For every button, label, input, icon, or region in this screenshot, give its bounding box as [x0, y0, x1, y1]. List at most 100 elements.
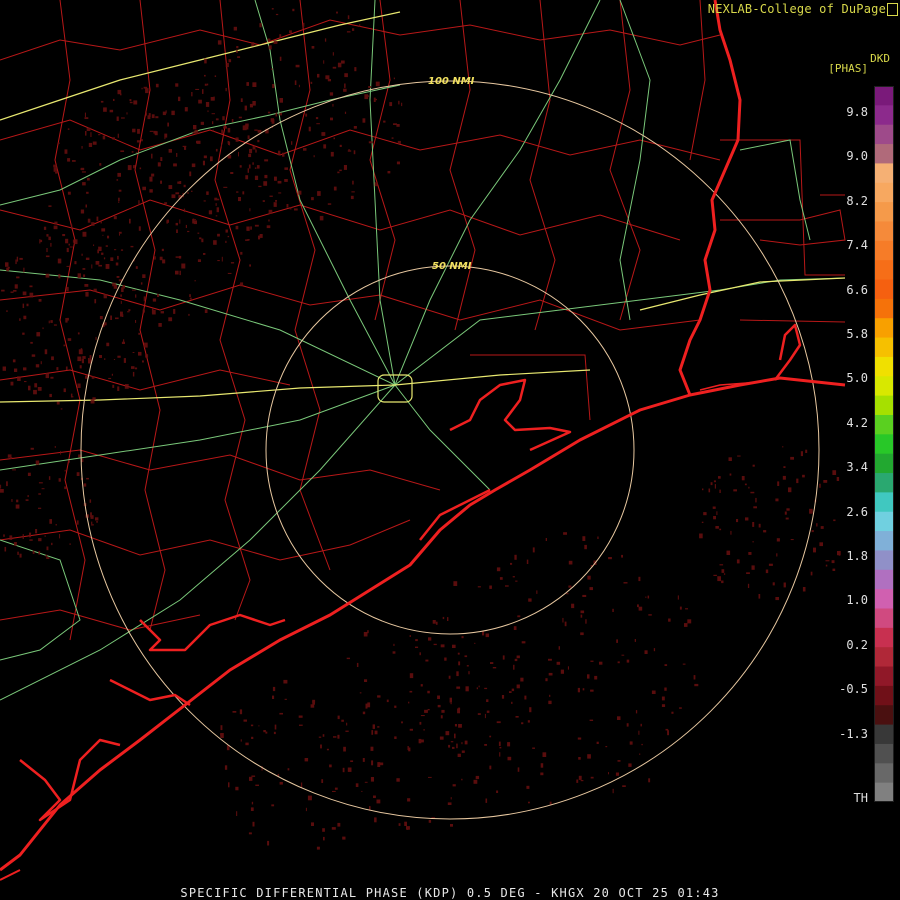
radar-return-pixel — [638, 606, 643, 611]
color-scale-label: TH — [853, 791, 868, 805]
radar-return-pixel — [594, 675, 598, 680]
radar-return-pixel — [182, 145, 187, 147]
radar-return-pixel — [56, 367, 59, 371]
radar-return-pixel — [428, 819, 432, 823]
radar-return-pixel — [526, 785, 530, 789]
radar-return-pixel — [294, 80, 297, 85]
radar-return-pixel — [19, 257, 23, 260]
radar-return-pixel — [14, 368, 18, 372]
radar-return-pixel — [529, 707, 532, 713]
radar-return-pixel — [166, 220, 168, 224]
export-icon[interactable] — [887, 3, 898, 16]
radar-return-pixel — [93, 288, 97, 292]
radar-return-pixel — [120, 249, 124, 251]
radar-return-pixel — [16, 276, 20, 279]
radar-return-pixel — [141, 87, 143, 90]
radar-return-pixel — [176, 153, 178, 157]
radar-return-pixel — [210, 156, 213, 162]
radar-return-pixel — [587, 575, 591, 580]
radar-return-pixel — [747, 583, 750, 588]
radar-return-pixel — [99, 355, 102, 358]
color-scale-band — [874, 240, 894, 261]
radar-return-pixel — [217, 260, 220, 262]
radar-return-pixel — [50, 376, 54, 379]
color-scale-label: 9.0 — [846, 149, 868, 164]
radar-return-pixel — [540, 763, 544, 768]
radar-return-pixel — [648, 614, 652, 616]
radar-return-pixel — [274, 724, 277, 730]
radar-return-pixel — [516, 684, 520, 689]
radar-return-pixel — [337, 62, 342, 68]
radar-return-pixel — [28, 385, 31, 391]
radar-return-pixel — [95, 336, 97, 341]
radar-return-pixel — [249, 148, 253, 154]
radar-return-pixel — [728, 457, 732, 461]
radar-return-pixel — [560, 669, 564, 674]
radar-return-pixel — [419, 652, 421, 656]
radar-return-pixel — [142, 274, 146, 278]
radar-return-pixel — [113, 284, 118, 289]
radar-return-pixel — [64, 486, 67, 490]
radar-return-pixel — [450, 824, 453, 827]
radar-return-pixel — [104, 358, 106, 360]
radar-return-pixel — [350, 760, 354, 762]
radar-return-pixel — [178, 96, 181, 102]
radar-return-pixel — [819, 542, 823, 547]
radar-return-pixel — [796, 478, 799, 484]
radar-return-pixel — [60, 450, 62, 455]
radar-return-pixel — [107, 235, 110, 239]
radar-return-pixel — [464, 740, 468, 745]
radar-return-pixel — [752, 464, 755, 467]
radar-return-pixel — [123, 358, 126, 363]
radar-return-pixel — [456, 743, 458, 749]
radar-return-pixel — [227, 141, 230, 144]
units-label: [PHAS] — [828, 62, 868, 75]
radar-return-pixel — [38, 538, 42, 542]
radar-return-pixel — [56, 401, 60, 405]
range-ring-100-label: 100 NMI — [428, 76, 475, 87]
radar-return-pixel — [298, 190, 302, 195]
radar-return-pixel — [450, 702, 452, 705]
radar-return-pixel — [167, 122, 169, 127]
radar-return-pixel — [580, 780, 584, 782]
radar-return-pixel — [271, 8, 274, 10]
radar-return-pixel — [66, 317, 69, 321]
radar-return-pixel — [693, 675, 696, 680]
radar-return-pixel — [653, 648, 656, 652]
radar-return-pixel — [450, 741, 454, 743]
radar-return-pixel — [300, 782, 303, 788]
radar-return-pixel — [235, 225, 239, 230]
radar-return-pixel — [324, 38, 327, 42]
radar-return-pixel — [401, 721, 403, 724]
radar-return-pixel — [48, 476, 51, 480]
radar-return-pixel — [113, 98, 115, 101]
color-scale-band — [874, 434, 894, 455]
radar-return-pixel — [26, 303, 29, 307]
radar-return-pixel — [587, 674, 590, 679]
radar-return-pixel — [38, 507, 42, 509]
radar-return-pixel — [476, 687, 478, 690]
radar-return-pixel — [616, 639, 618, 643]
radar-return-pixel — [275, 200, 277, 202]
radar-return-pixel — [92, 141, 97, 145]
radar-return-pixel — [88, 142, 93, 147]
radar-return-pixel — [165, 110, 167, 114]
radar-return-pixel — [424, 709, 428, 713]
highways — [0, 0, 846, 701]
radar-return-pixel — [407, 798, 411, 802]
radar-return-pixel — [13, 290, 17, 292]
radar-return-pixel — [35, 460, 40, 465]
radar-return-pixel — [484, 687, 488, 690]
radar-return-pixel — [489, 585, 492, 589]
radar-return-pixel — [228, 59, 232, 63]
radar-return-pixel — [489, 765, 492, 770]
radar-return-pixel — [367, 702, 371, 708]
radar-return-pixel — [254, 167, 257, 169]
radar-return-pixel — [259, 23, 262, 28]
radar-return-pixel — [250, 807, 254, 811]
radar-return-pixel — [694, 683, 699, 687]
radar-return-pixel — [284, 167, 288, 170]
radar-return-pixel — [249, 264, 251, 267]
color-scale-label: 1.0 — [846, 593, 868, 608]
radar-return-pixel — [719, 528, 722, 531]
